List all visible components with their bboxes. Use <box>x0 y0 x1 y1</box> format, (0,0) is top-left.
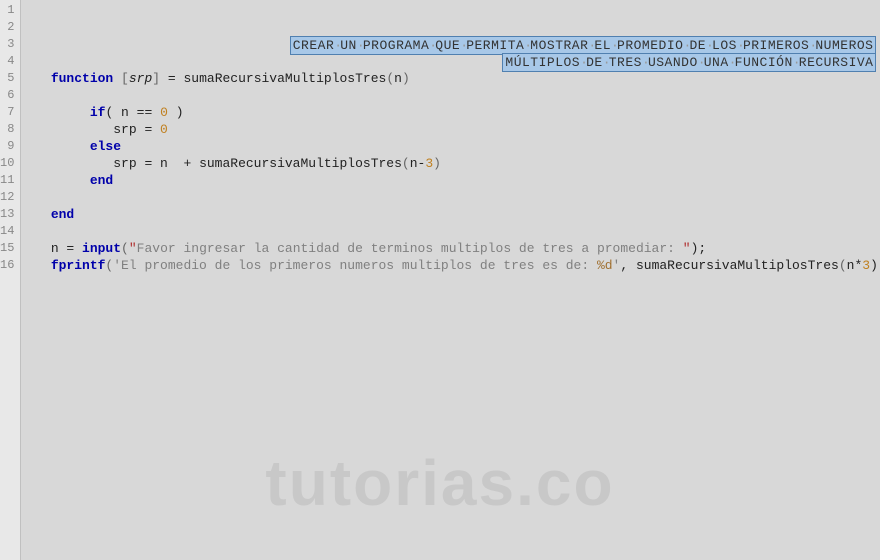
keyword-else: else <box>90 139 121 154</box>
code-editor: 1 2 3 4 5 6 7 8 9 10 11 12 13 14 15 16 C… <box>0 0 880 560</box>
line-number: 1 <box>0 2 20 19</box>
line-number: 12 <box>0 189 20 206</box>
code-line-5[interactable]: function [srp] = sumaRecursivaMultiplosT… <box>27 70 880 87</box>
line-number: 4 <box>0 53 20 70</box>
line-number: 7 <box>0 104 20 121</box>
string-quote: " <box>683 241 691 256</box>
keyword-end: end <box>51 207 74 222</box>
line-number: 14 <box>0 223 20 240</box>
string-literal: El promedio de los primeros numeros mult… <box>121 258 597 273</box>
string-literal: Favor ingresar la cantidad de terminos m… <box>137 241 683 256</box>
line-number: 8 <box>0 121 20 138</box>
code-line-13[interactable]: end <box>27 206 880 223</box>
code-line-15[interactable]: n = input("Favor ingresar la cantidad de… <box>27 240 880 257</box>
code-line-1[interactable]: CREAR·UN·PROGRAMA·QUE·PERMITA·MOSTRAR·EL… <box>27 2 880 19</box>
builtin-fprintf: fprintf <box>51 258 106 273</box>
code-line-4[interactable] <box>27 53 880 70</box>
line-number: 16 <box>0 257 20 274</box>
code-line-8[interactable]: srp = 0 <box>27 121 880 138</box>
line-number: 10 <box>0 155 20 172</box>
code-line-10[interactable]: srp = n + sumaRecursivaMultiplosTres(n-3… <box>27 155 880 172</box>
line-number: 9 <box>0 138 20 155</box>
code-line-3[interactable] <box>27 36 880 53</box>
output-var: srp <box>129 71 152 86</box>
builtin-input: input <box>82 241 121 256</box>
line-gutter: 1 2 3 4 5 6 7 8 9 10 11 12 13 14 15 16 <box>0 0 21 560</box>
line-number: 15 <box>0 240 20 257</box>
line-number: 3 <box>0 36 20 53</box>
code-line-12[interactable] <box>27 189 880 206</box>
format-specifier: %d <box>597 258 613 273</box>
line-number: 13 <box>0 206 20 223</box>
code-line-11[interactable]: end <box>27 172 880 189</box>
code-line-16[interactable]: fprintf('El promedio de los primeros num… <box>27 257 880 274</box>
code-area[interactable]: CREAR·UN·PROGRAMA·QUE·PERMITA·MOSTRAR·EL… <box>21 0 880 560</box>
code-line-14[interactable] <box>27 223 880 240</box>
line-number: 2 <box>0 19 20 36</box>
number-literal: 0 <box>160 105 168 120</box>
keyword-end: end <box>90 173 113 188</box>
code-line-2[interactable]: MÚLTIPLOS·DE·TRES·USANDO·UNA·FUNCIÓN·REC… <box>27 19 880 36</box>
keyword-if: if <box>90 105 106 120</box>
number-literal: 0 <box>160 122 168 137</box>
line-number: 5 <box>0 70 20 87</box>
function-name: sumaRecursivaMultiplosTres <box>183 71 386 86</box>
string-quote: " <box>129 241 137 256</box>
code-line-9[interactable]: else <box>27 138 880 155</box>
code-line-7[interactable]: if( n == 0 ) <box>27 104 880 121</box>
number-literal: 3 <box>862 258 870 273</box>
number-literal: 3 <box>425 156 433 171</box>
keyword-function: function <box>51 71 113 86</box>
line-number: 11 <box>0 172 20 189</box>
code-line-6[interactable] <box>27 87 880 104</box>
line-number: 6 <box>0 87 20 104</box>
